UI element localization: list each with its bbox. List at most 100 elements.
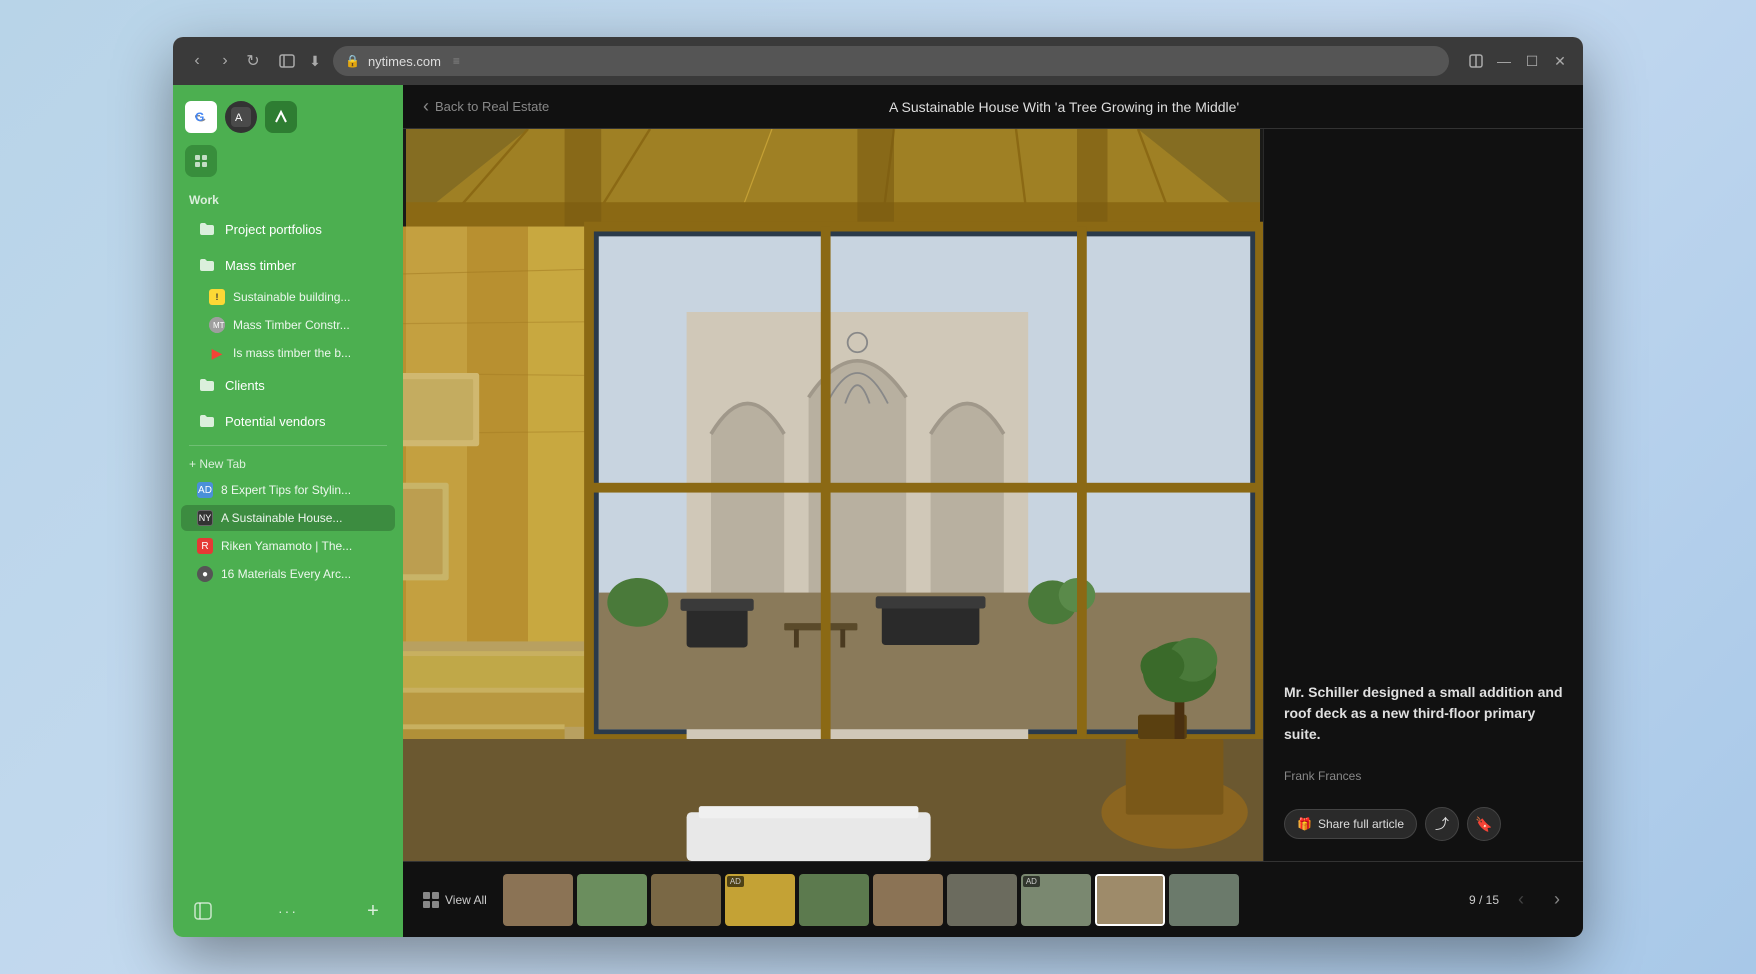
sidebar-toggle-icon[interactable] (277, 51, 297, 71)
vendors-folder-icon (197, 411, 217, 431)
google-icon-button[interactable]: G (185, 101, 217, 133)
sidebar-item-project-portfolios[interactable]: Project portfolios (181, 212, 395, 246)
folder-icon-2 (197, 255, 217, 275)
riken-yamamoto-tab-label: Riken Yamamoto | The... (221, 539, 352, 553)
svg-text:A: A (235, 112, 243, 124)
sidebar-tab-8-expert-tips[interactable]: AD 8 Expert Tips for Stylin... (181, 477, 395, 503)
minimize-button[interactable]: — (1493, 50, 1515, 72)
sustainable-building-label: Sustainable building... (233, 290, 350, 304)
bookmark-button[interactable]: 🔖 (1467, 807, 1501, 841)
back-arrow-icon: ‹ (423, 96, 429, 117)
16-materials-favicon: ● (197, 566, 213, 582)
sustainable-building-icon: ! (209, 289, 225, 305)
mass-timber-label: Mass timber (225, 258, 296, 273)
window-controls: — ☐ ✕ (1465, 50, 1571, 72)
sidebar-tab-16-materials[interactable]: ● 16 Materials Every Arc... (181, 561, 395, 587)
sidebar-item-potential-vendors[interactable]: Potential vendors (181, 404, 395, 438)
user-avatar[interactable]: A (225, 101, 257, 133)
riken-yamamoto-favicon: R (197, 538, 213, 554)
sidebar-tab-sustainable-house[interactable]: NY A Sustainable House... (181, 505, 395, 531)
image-viewer: Mr. Schiller designed a small addition a… (403, 129, 1583, 861)
new-tab-button[interactable]: + New Tab (173, 452, 403, 476)
16-materials-tab-label: 16 Materials Every Arc... (221, 567, 351, 581)
filmstrip-nav: 9 / 15 ‹ › (1469, 886, 1571, 914)
thumb-1[interactable] (503, 874, 573, 926)
sidebar-sub-item-is-mass-timber[interactable]: ▶ Is mass timber the b... (181, 340, 395, 366)
sidebar-sub-item-sustainable-building[interactable]: ! Sustainable building... (181, 284, 395, 310)
sidebar-bottom: ··· + (173, 885, 403, 937)
close-button[interactable]: ✕ (1549, 50, 1571, 72)
next-arrow-button[interactable]: › (1543, 886, 1571, 914)
ad-badge-8: AD (1023, 876, 1040, 887)
address-bar[interactable]: 🔒 nytimes.com ≡ (333, 46, 1449, 76)
right-panel: Mr. Schiller designed a small addition a… (1263, 129, 1583, 861)
back-to-real-estate-link[interactable]: ‹ Back to Real Estate (423, 96, 549, 117)
forward-button[interactable]: › (213, 49, 237, 73)
thumb-5[interactable] (799, 874, 869, 926)
thumb-6[interactable] (873, 874, 943, 926)
action-buttons: 🎁 Share full article ⤴ 🔖 (1284, 807, 1563, 841)
project-portfolios-label: Project portfolios (225, 222, 322, 237)
back-link-text: Back to Real Estate (435, 99, 549, 114)
clients-folder-icon (197, 375, 217, 395)
view-all-label: View All (445, 893, 487, 907)
sidebar-add-button[interactable]: + (359, 897, 387, 925)
sidebar-top-icons: G A (173, 93, 403, 141)
sidebar-item-mass-timber[interactable]: Mass timber (181, 248, 395, 282)
app-logo[interactable] (265, 101, 297, 133)
youtube-icon: ▶ (209, 345, 225, 361)
extra-icon-button[interactable] (185, 145, 217, 177)
sidebar-extra-icons (173, 141, 403, 185)
main-content: ‹ Back to Real Estate A Sustainable Hous… (403, 85, 1583, 937)
page-total: 15 (1486, 893, 1499, 907)
svg-text:MT: MT (213, 321, 225, 330)
mass-timber-constr-icon: MT (209, 317, 225, 333)
grid-icon (423, 892, 439, 908)
sidebar-sub-item-mass-timber-constr[interactable]: MT Mass Timber Constr... (181, 312, 395, 338)
nav-buttons: ‹ › ↻ (185, 49, 265, 73)
thumb-9[interactable] (1095, 874, 1165, 926)
prev-arrow-button[interactable]: ‹ (1507, 886, 1535, 914)
sidebar-dots[interactable]: ··· (278, 903, 298, 919)
mass-timber-constr-label: Mass Timber Constr... (233, 318, 350, 332)
right-panel-spacer (1284, 149, 1563, 626)
filmstrip: View All AD (403, 861, 1583, 937)
work-section-label: Work (173, 185, 403, 211)
bookmark-icon: 🔖 (1475, 816, 1492, 833)
thumb-2[interactable] (577, 874, 647, 926)
thumb-4[interactable]: AD (725, 874, 795, 926)
potential-vendors-label: Potential vendors (225, 414, 325, 429)
thumb-3[interactable] (651, 874, 721, 926)
thumb-8[interactable]: AD (1021, 874, 1091, 926)
svg-text:G: G (195, 110, 204, 124)
8-expert-tips-favicon: AD (197, 482, 213, 498)
split-view-button[interactable] (1465, 50, 1487, 72)
browser-body: G A (173, 85, 1583, 937)
share-article-button[interactable]: 🎁 Share full article (1284, 809, 1417, 839)
sidebar-collapse-icon[interactable] (189, 897, 217, 925)
browser-chrome: ‹ › ↻ ⬇ 🔒 nytimes.com ≡ — ☐ (173, 37, 1583, 85)
image-author: Frank Frances (1284, 769, 1563, 783)
8-expert-tips-tab-label: 8 Expert Tips for Stylin... (221, 483, 351, 497)
forward-share-icon: ⤴ (1435, 814, 1449, 834)
is-mass-timber-label: Is mass timber the b... (233, 346, 351, 360)
back-button[interactable]: ‹ (185, 49, 209, 73)
main-image-area (403, 129, 1263, 861)
folder-icon (197, 219, 217, 239)
sidebar-tab-riken-yamamoto[interactable]: R Riken Yamamoto | The... (181, 533, 395, 559)
clients-label: Clients (225, 378, 265, 393)
sidebar: G A (173, 85, 403, 937)
forward-share-button[interactable]: ⤴ (1425, 807, 1459, 841)
sidebar-item-clients[interactable]: Clients (181, 368, 395, 402)
page-separator: / (1479, 893, 1486, 907)
view-all-button[interactable]: View All (415, 886, 495, 914)
thumb-7[interactable] (947, 874, 1017, 926)
thumb-10[interactable] (1169, 874, 1239, 926)
download-icon[interactable]: ⬇ (305, 51, 325, 71)
sustainable-house-favicon: NY (197, 510, 213, 526)
maximize-button[interactable]: ☐ (1521, 50, 1543, 72)
reload-button[interactable]: ↻ (241, 49, 265, 73)
browser-window: ‹ › ↻ ⬇ 🔒 nytimes.com ≡ — ☐ (173, 37, 1583, 937)
article-header: ‹ Back to Real Estate A Sustainable Hous… (403, 85, 1583, 129)
sustainable-house-tab-label: A Sustainable House... (221, 511, 342, 525)
